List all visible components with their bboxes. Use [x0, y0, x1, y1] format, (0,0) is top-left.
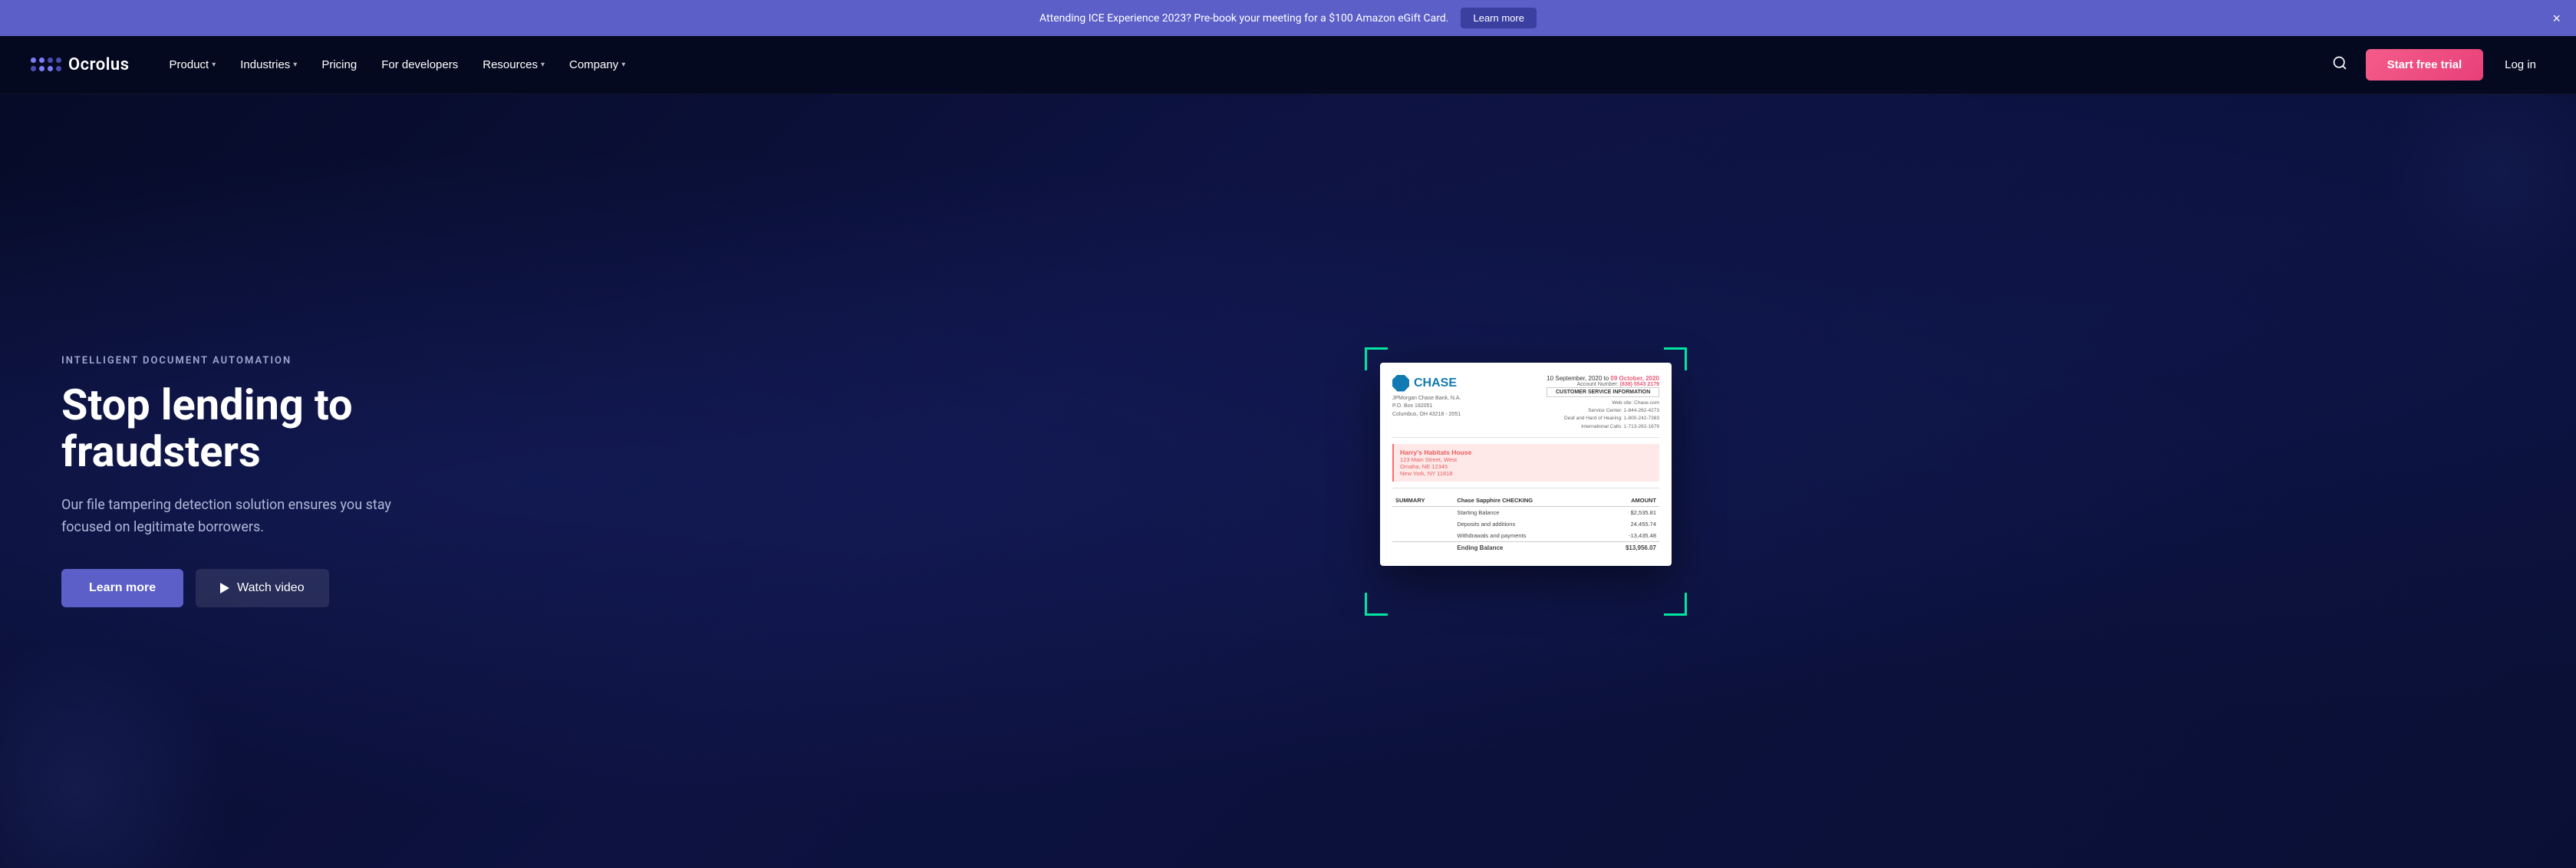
chase-bank-name: CHASE [1414, 376, 1457, 390]
table-row: Deposits and additions 24,455.74 [1392, 518, 1659, 530]
hero-content: INTELLIGENT DOCUMENT AUTOMATION Stop len… [61, 355, 537, 608]
hero-description: Our file tampering detection solution en… [61, 495, 430, 539]
nav-links: Product ▾ Industries ▾ Pricing For devel… [160, 52, 2326, 77]
row-amount: -13,435.48 [1596, 530, 1659, 542]
glow-left-decoration [0, 638, 230, 868]
table-row: Starting Balance $2,535.81 [1392, 507, 1659, 519]
account-type-header: Chase Sapphire CHECKING [1454, 495, 1596, 507]
nav-item-product[interactable]: Product ▾ [160, 52, 226, 77]
amount-header: AMOUNT [1596, 495, 1659, 507]
hero-visual: CHASE JPMorgan Chase Bank, N.A. P.O. Box… [537, 363, 2515, 600]
logo[interactable]: Ocrolus [31, 55, 130, 74]
logo-text: Ocrolus [68, 55, 130, 74]
row-label [1392, 542, 1454, 554]
row-desc: Starting Balance [1454, 507, 1596, 519]
statement-date-info: 10 September, 2020 to 09 October, 2020 A… [1547, 375, 1659, 432]
nav-actions: Start free trial Log in [2326, 49, 2545, 81]
watch-video-button[interactable]: Watch video [196, 569, 328, 607]
fraud-name: Harry's Habitats House [1400, 449, 1653, 456]
banner-cta-button[interactable]: Learn more [1461, 8, 1536, 28]
play-icon [220, 583, 229, 593]
hero-section: INTELLIGENT DOCUMENT AUTOMATION Stop len… [0, 94, 2576, 868]
start-trial-button[interactable]: Start free trial [2366, 49, 2484, 81]
glow-right-decoration [2384, 94, 2576, 286]
date-range: 10 September, 2020 to 09 October, 2020 [1547, 375, 1659, 382]
hero-title: Stop lending to fraudsters [61, 382, 537, 476]
announcement-banner: Attending ICE Experience 2023? Pre-book … [0, 0, 2576, 36]
fraud-highlight-section: Harry's Habitats House 123 Main Street, … [1392, 444, 1659, 482]
chase-logo: CHASE [1392, 375, 1461, 392]
chevron-down-icon: ▾ [293, 61, 297, 69]
row-desc: Withdrawals and payments [1454, 530, 1596, 542]
search-icon[interactable] [2326, 49, 2354, 81]
document-container: CHASE JPMorgan Chase Bank, N.A. P.O. Box… [1380, 363, 1672, 600]
bank-address: JPMorgan Chase Bank, N.A. P.O. Box 18205… [1392, 395, 1461, 419]
fraud-state: New York, NY 11818 [1400, 470, 1653, 477]
row-desc: Deposits and additions [1454, 518, 1596, 530]
row-label [1392, 530, 1454, 542]
hero-buttons: Learn more Watch video [61, 569, 537, 607]
nav-item-for-developers[interactable]: For developers [372, 52, 467, 77]
banner-close-button[interactable]: × [2552, 12, 2561, 25]
summary-table: SUMMARY Chase Sapphire CHECKING AMOUNT S… [1392, 495, 1659, 554]
summary-header: SUMMARY [1392, 495, 1454, 507]
chevron-down-icon: ▾ [541, 61, 545, 69]
nav-item-pricing[interactable]: Pricing [312, 52, 366, 77]
table-row: Withdrawals and payments -13,435.48 [1392, 530, 1659, 542]
logo-dots-icon [31, 58, 62, 72]
learn-more-button[interactable]: Learn more [61, 569, 183, 607]
nav-item-resources[interactable]: Resources ▾ [473, 52, 554, 77]
customer-service-box: CUSTOMER SERVICE INFORMATION Web site: C… [1547, 387, 1659, 432]
chevron-down-icon: ▾ [212, 61, 216, 69]
row-amount: 24,455.74 [1596, 518, 1659, 530]
scan-corner-bl [1365, 593, 1388, 616]
row-amount: $2,535.81 [1596, 507, 1659, 519]
nav-item-company[interactable]: Company ▾ [560, 52, 634, 77]
row-amount: $13,956.07 [1596, 542, 1659, 554]
row-desc: Ending Balance [1454, 542, 1596, 554]
hero-eyebrow: INTELLIGENT DOCUMENT AUTOMATION [61, 355, 537, 367]
row-label [1392, 518, 1454, 530]
navbar: Ocrolus Product ▾ Industries ▾ Pricing F… [0, 36, 2576, 94]
banner-text: Attending ICE Experience 2023? Pre-book … [1039, 12, 1448, 25]
customer-service-numbers: Web site: Chase.com Service Center: 1-84… [1547, 399, 1659, 432]
chevron-down-icon: ▾ [621, 61, 625, 69]
chase-octagon-icon [1392, 375, 1409, 392]
login-button[interactable]: Log in [2495, 52, 2545, 77]
fraud-address1: 123 Main Street, West [1400, 456, 1653, 463]
fraud-city: Omaha, NE 12345 [1400, 463, 1653, 470]
row-label [1392, 507, 1454, 519]
ending-balance-row: Ending Balance $13,956.07 [1392, 542, 1659, 554]
nav-item-industries[interactable]: Industries ▾ [231, 52, 306, 77]
scan-corner-br [1664, 593, 1687, 616]
bank-statement-document: CHASE JPMorgan Chase Bank, N.A. P.O. Box… [1380, 363, 1672, 567]
chase-header: CHASE JPMorgan Chase Bank, N.A. P.O. Box… [1392, 375, 1659, 439]
